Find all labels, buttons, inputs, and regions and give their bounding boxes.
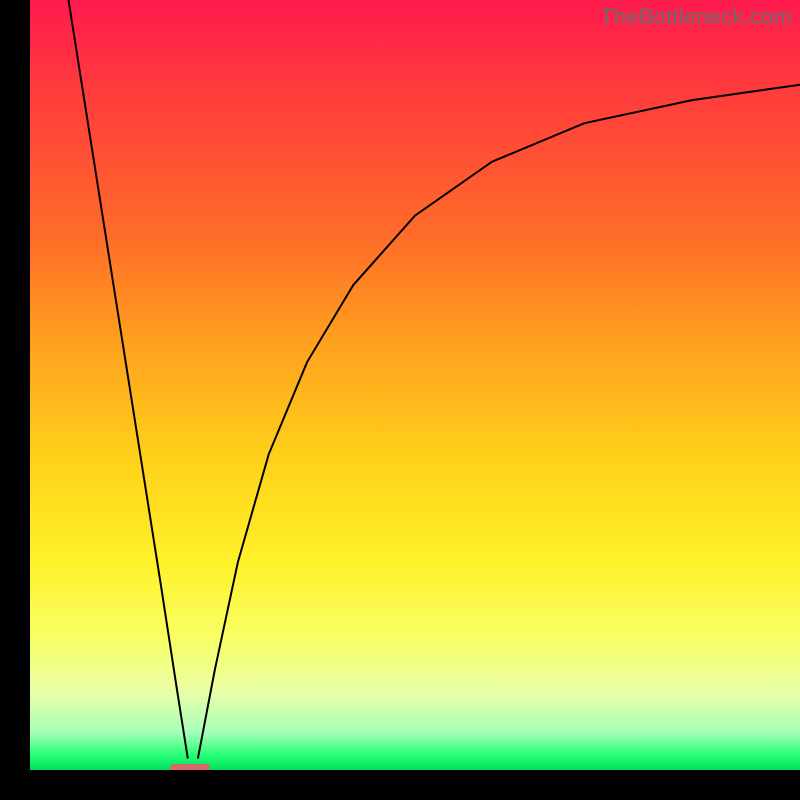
curve-right-branch [198, 85, 800, 759]
chart-frame: TheBottleneck.com [0, 0, 800, 800]
curve-layer [30, 0, 800, 770]
curve-left-branch [69, 0, 188, 759]
plot-area [30, 0, 800, 770]
minimum-marker [170, 764, 210, 770]
